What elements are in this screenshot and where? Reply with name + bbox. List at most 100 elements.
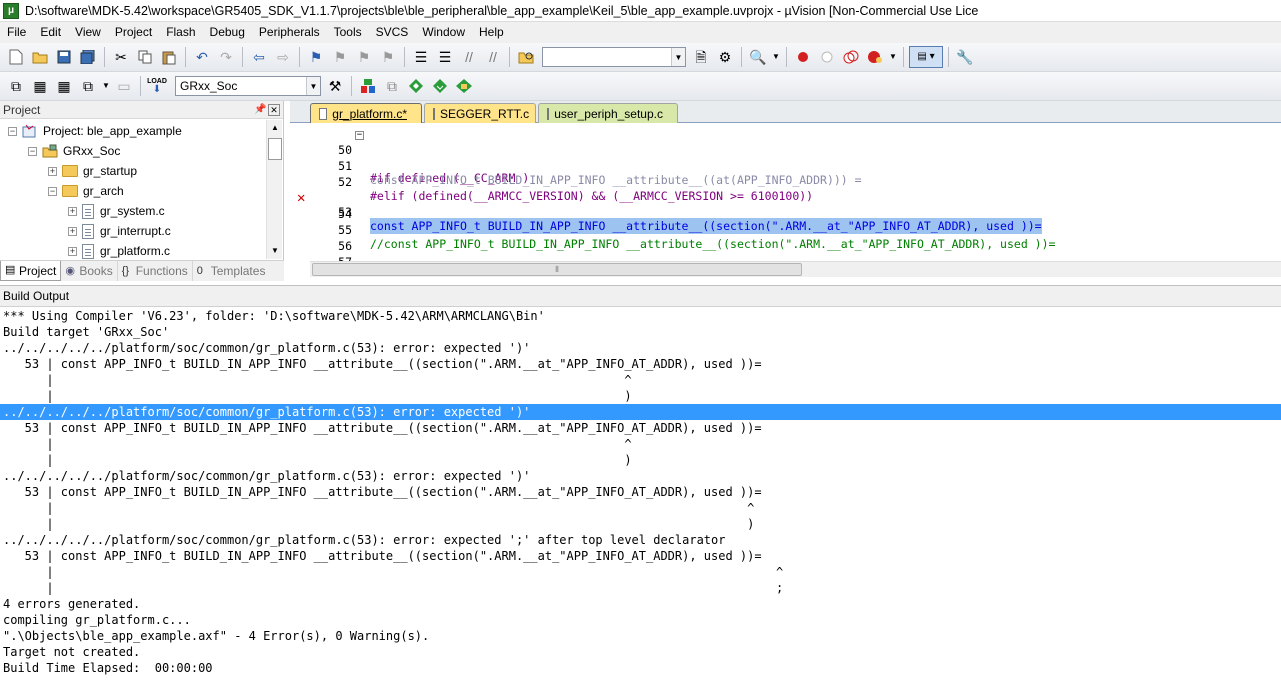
- pack-installer-icon[interactable]: [429, 75, 451, 97]
- scroll-up-icon[interactable]: ▲: [267, 120, 283, 136]
- editor-horizontal-scrollbar[interactable]: ⦀: [310, 261, 1281, 277]
- translate-icon[interactable]: ⧉: [5, 75, 27, 97]
- tab-project[interactable]: ▤ Project: [0, 261, 62, 281]
- tree-item-file[interactable]: + gr_interrupt.c: [68, 221, 171, 241]
- batch-build-icon[interactable]: ⧉: [77, 75, 99, 97]
- output-line[interactable]: | ): [0, 388, 1281, 404]
- paste-icon[interactable]: [158, 46, 180, 68]
- output-line[interactable]: | ^: [0, 564, 1281, 580]
- rebuild-icon[interactable]: ▦: [53, 75, 75, 97]
- output-line[interactable]: 53 | const APP_INFO_t BUILD_IN_APP_INFO …: [0, 484, 1281, 500]
- menu-debug[interactable]: Debug: [203, 22, 252, 43]
- fold-collapse-icon[interactable]: −: [355, 131, 364, 140]
- menu-help[interactable]: Help: [472, 22, 511, 43]
- target-select[interactable]: GRxx_Soc ▼: [175, 76, 321, 96]
- expand-icon[interactable]: +: [48, 166, 57, 176]
- output-line[interactable]: | ^: [0, 500, 1281, 516]
- scrollbar-thumb[interactable]: [268, 138, 282, 160]
- find-in-files-icon[interactable]: [515, 46, 537, 68]
- software-packs-icon[interactable]: [453, 75, 475, 97]
- comment-icon[interactable]: //: [458, 46, 480, 68]
- find-combo[interactable]: ▼: [542, 47, 686, 67]
- tab-gr-platform[interactable]: gr_platform.c*: [310, 103, 422, 123]
- disable-all-breakpoints-icon[interactable]: [840, 46, 862, 68]
- uncomment-icon[interactable]: //: [482, 46, 504, 68]
- clear-bookmarks-icon[interactable]: ⚑: [377, 46, 399, 68]
- expand-icon[interactable]: +: [68, 246, 77, 256]
- indent-icon[interactable]: ☰: [410, 46, 432, 68]
- incremental-find-icon[interactable]: 🗎: [690, 46, 712, 68]
- breakpoint-icon[interactable]: [792, 46, 814, 68]
- output-line[interactable]: | ^: [0, 372, 1281, 388]
- redo-icon[interactable]: ↷: [215, 46, 237, 68]
- output-line[interactable]: ../../../../../platform/soc/common/gr_pl…: [0, 340, 1281, 356]
- file-extensions-icon[interactable]: ⧉: [381, 75, 403, 97]
- project-tree[interactable]: − Project: ble_app_example − GRxx_Soc + …: [0, 120, 266, 259]
- menu-tools[interactable]: Tools: [327, 22, 369, 43]
- output-line[interactable]: ../../../../../platform/soc/common/gr_pl…: [0, 404, 1281, 420]
- tree-item-folder[interactable]: + gr_startup: [48, 161, 137, 181]
- target-options-icon[interactable]: ⚒: [324, 75, 346, 97]
- stop-build-icon[interactable]: ▭: [113, 75, 135, 97]
- new-file-icon[interactable]: [5, 46, 27, 68]
- chevron-down-icon[interactable]: ▼: [306, 77, 320, 95]
- expand-icon[interactable]: +: [68, 206, 77, 216]
- output-line[interactable]: compiling gr_platform.c...: [0, 612, 1281, 628]
- tree-item-file[interactable]: + gr_system.c: [68, 201, 165, 221]
- chevron-down-icon[interactable]: ▼: [671, 48, 685, 66]
- build-output-text[interactable]: *** Using Compiler 'V6.23', folder: 'D:\…: [0, 308, 1281, 682]
- next-bookmark-icon[interactable]: ⚑: [353, 46, 375, 68]
- scroll-down-icon[interactable]: ▼: [267, 243, 283, 259]
- scrollbar-thumb[interactable]: ⦀: [312, 263, 802, 276]
- output-line[interactable]: Build Time Elapsed: 00:00:00: [0, 660, 1281, 676]
- tree-item-folder[interactable]: − gr_arch: [48, 181, 124, 201]
- menu-file[interactable]: File: [0, 22, 33, 43]
- select-packs-icon[interactable]: [405, 75, 427, 97]
- save-icon[interactable]: [53, 46, 75, 68]
- output-line[interactable]: ../../../../../platform/soc/common/gr_pl…: [0, 468, 1281, 484]
- cut-icon[interactable]: ✂: [110, 46, 132, 68]
- menu-window[interactable]: Window: [415, 22, 472, 43]
- chevron-down-icon[interactable]: ▼: [771, 46, 781, 68]
- menu-project[interactable]: Project: [108, 22, 159, 43]
- project-tree-scrollbar[interactable]: ▲ ▼: [266, 120, 282, 259]
- build-icon[interactable]: ▦: [29, 75, 51, 97]
- menu-view[interactable]: View: [68, 22, 108, 43]
- output-line[interactable]: 4 errors generated.: [0, 596, 1281, 612]
- code-area[interactable]: 50 − #if defined (__CC_ARM ) 51 const AP…: [290, 124, 1281, 261]
- output-line[interactable]: | ): [0, 516, 1281, 532]
- close-icon[interactable]: ✕: [268, 103, 280, 116]
- tab-functions[interactable]: {} Functions: [118, 261, 193, 281]
- output-line[interactable]: 53 | const APP_INFO_t BUILD_IN_APP_INFO …: [0, 548, 1281, 564]
- bookmark-icon[interactable]: ⚑: [305, 46, 327, 68]
- menu-peripherals[interactable]: Peripherals: [252, 22, 327, 43]
- output-line[interactable]: *** Using Compiler 'V6.23', folder: 'D:\…: [0, 308, 1281, 324]
- copy-icon[interactable]: [134, 46, 156, 68]
- navigate-forward-icon[interactable]: ⇨: [272, 46, 294, 68]
- navigate-back-icon[interactable]: ⇦: [248, 46, 270, 68]
- output-line[interactable]: Target not created.: [0, 644, 1281, 660]
- open-folder-icon[interactable]: [29, 46, 51, 68]
- output-line[interactable]: Build target 'GRxx_Soc': [0, 324, 1281, 340]
- output-line[interactable]: | ;: [0, 580, 1281, 596]
- collapse-icon[interactable]: −: [28, 146, 37, 156]
- output-line[interactable]: ".\Objects\ble_app_example.axf" - 4 Erro…: [0, 628, 1281, 644]
- output-line[interactable]: 53 | const APP_INFO_t BUILD_IN_APP_INFO …: [0, 356, 1281, 372]
- disable-breakpoint-icon[interactable]: [816, 46, 838, 68]
- menu-edit[interactable]: Edit: [33, 22, 68, 43]
- tree-item-file[interactable]: + gr_platform.c: [68, 241, 170, 259]
- menu-flash[interactable]: Flash: [159, 22, 202, 43]
- undo-icon[interactable]: ↶: [191, 46, 213, 68]
- tree-item-target[interactable]: − GRxx_Soc: [28, 141, 120, 161]
- manage-components-icon[interactable]: [357, 75, 379, 97]
- chevron-down-icon[interactable]: ▼: [888, 46, 898, 68]
- tree-item-project[interactable]: − Project: ble_app_example: [8, 121, 182, 141]
- configure-icon[interactable]: 🔧: [954, 46, 976, 68]
- load-icon[interactable]: LOAD ⬇: [146, 75, 168, 97]
- tab-user-periph-setup[interactable]: user_periph_setup.c: [538, 103, 678, 123]
- collapse-icon[interactable]: −: [8, 126, 17, 136]
- output-line[interactable]: | ^: [0, 436, 1281, 452]
- expand-icon[interactable]: +: [68, 226, 77, 236]
- window-layout-icon[interactable]: ▤ ▾: [909, 46, 943, 68]
- prev-bookmark-icon[interactable]: ⚑: [329, 46, 351, 68]
